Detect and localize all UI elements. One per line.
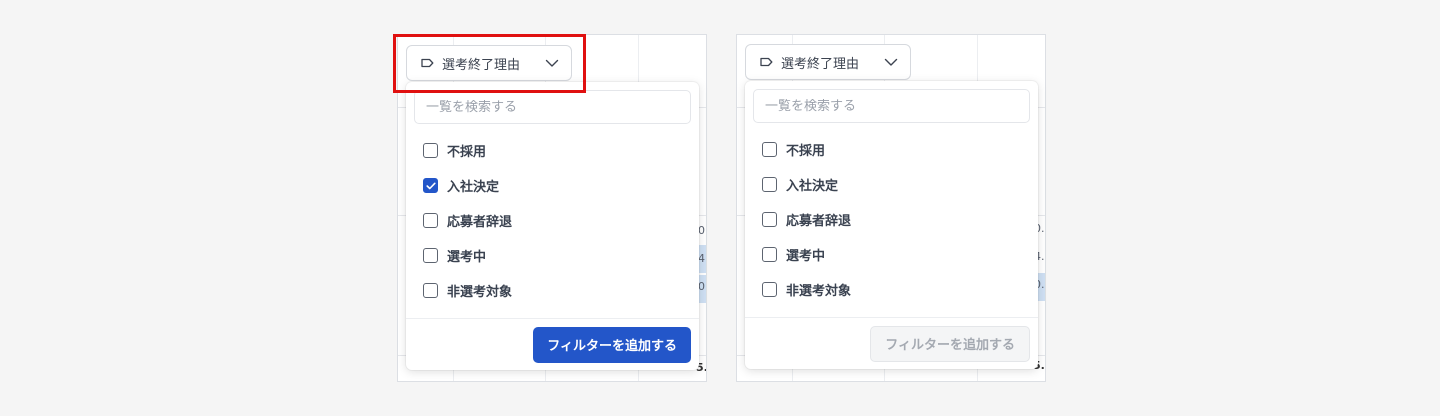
option-label: 選考中 — [786, 249, 826, 264]
checkbox[interactable] — [762, 142, 777, 157]
tag-icon — [421, 58, 434, 68]
option-item[interactable]: 選考中 — [406, 238, 699, 273]
filter-trigger-label: 選考終了理由 — [442, 57, 521, 73]
add-filter-button[interactable]: フィルターを追加する — [533, 326, 691, 363]
option-item[interactable]: 選考中 — [745, 237, 1038, 272]
option-item[interactable]: 不採用 — [406, 133, 699, 168]
option-item[interactable]: 応募者辞退 — [745, 202, 1038, 237]
filter-trigger-label: 選考終了理由 — [781, 56, 860, 72]
checkbox[interactable] — [762, 212, 777, 227]
option-item[interactable]: 入社決定 — [406, 168, 699, 203]
checkbox[interactable] — [762, 247, 777, 262]
checkbox[interactable] — [423, 213, 438, 228]
search-field[interactable] — [753, 89, 1030, 123]
checkbox[interactable] — [762, 282, 777, 297]
option-label: 応募者辞退 — [786, 214, 852, 229]
checkbox[interactable] — [423, 283, 438, 298]
option-list: 不採用入社決定応募者辞退選考中非選考対象 — [745, 123, 1038, 317]
option-label: 選考中 — [447, 250, 487, 265]
option-list: 不採用入社決定応募者辞退選考中非選考対象 — [406, 124, 699, 318]
option-label: 非選考対象 — [786, 284, 852, 299]
option-item[interactable]: 非選考対象 — [406, 273, 699, 308]
search-field[interactable] — [414, 90, 691, 124]
filter-trigger-button[interactable]: 選考終了理由 — [745, 44, 911, 80]
filter-dropdown: 不採用入社決定応募者辞退選考中非選考対象 フィルターを追加する — [745, 81, 1038, 369]
option-item[interactable]: 入社決定 — [745, 167, 1038, 202]
checkbox[interactable] — [423, 248, 438, 263]
table-cell: 4 — [698, 252, 705, 265]
chevron-down-icon — [884, 58, 898, 66]
add-filter-button[interactable]: フィルターを追加する — [870, 325, 1030, 362]
option-item[interactable]: 不採用 — [745, 132, 1038, 167]
dropdown-footer: フィルターを追加する — [745, 317, 1038, 369]
checkbox[interactable] — [423, 143, 438, 158]
filter-trigger-button[interactable]: 選考終了理由 — [406, 45, 572, 81]
option-label: 不採用 — [786, 144, 826, 159]
tag-icon — [760, 57, 773, 67]
dropdown-footer: フィルターを追加する — [406, 318, 699, 370]
filter-dropdown: 不採用入社決定応募者辞退選考中非選考対象 フィルターを追加する — [406, 82, 699, 370]
option-item[interactable]: 応募者辞退 — [406, 203, 699, 238]
check-icon — [425, 182, 436, 189]
table-cell: 0 — [698, 224, 705, 237]
search-input[interactable] — [765, 98, 1018, 114]
chevron-down-icon — [545, 59, 559, 67]
checkbox-checked[interactable] — [423, 178, 438, 193]
option-label: 入社決定 — [447, 180, 500, 195]
search-input[interactable] — [426, 99, 679, 115]
option-label: 不採用 — [447, 145, 487, 160]
checkbox[interactable] — [762, 177, 777, 192]
option-label: 応募者辞退 — [447, 215, 513, 230]
option-label: 入社決定 — [786, 179, 839, 194]
option-item[interactable]: 非選考対象 — [745, 272, 1038, 307]
option-label: 非選考対象 — [447, 285, 513, 300]
table-cell: 0 — [698, 280, 705, 293]
